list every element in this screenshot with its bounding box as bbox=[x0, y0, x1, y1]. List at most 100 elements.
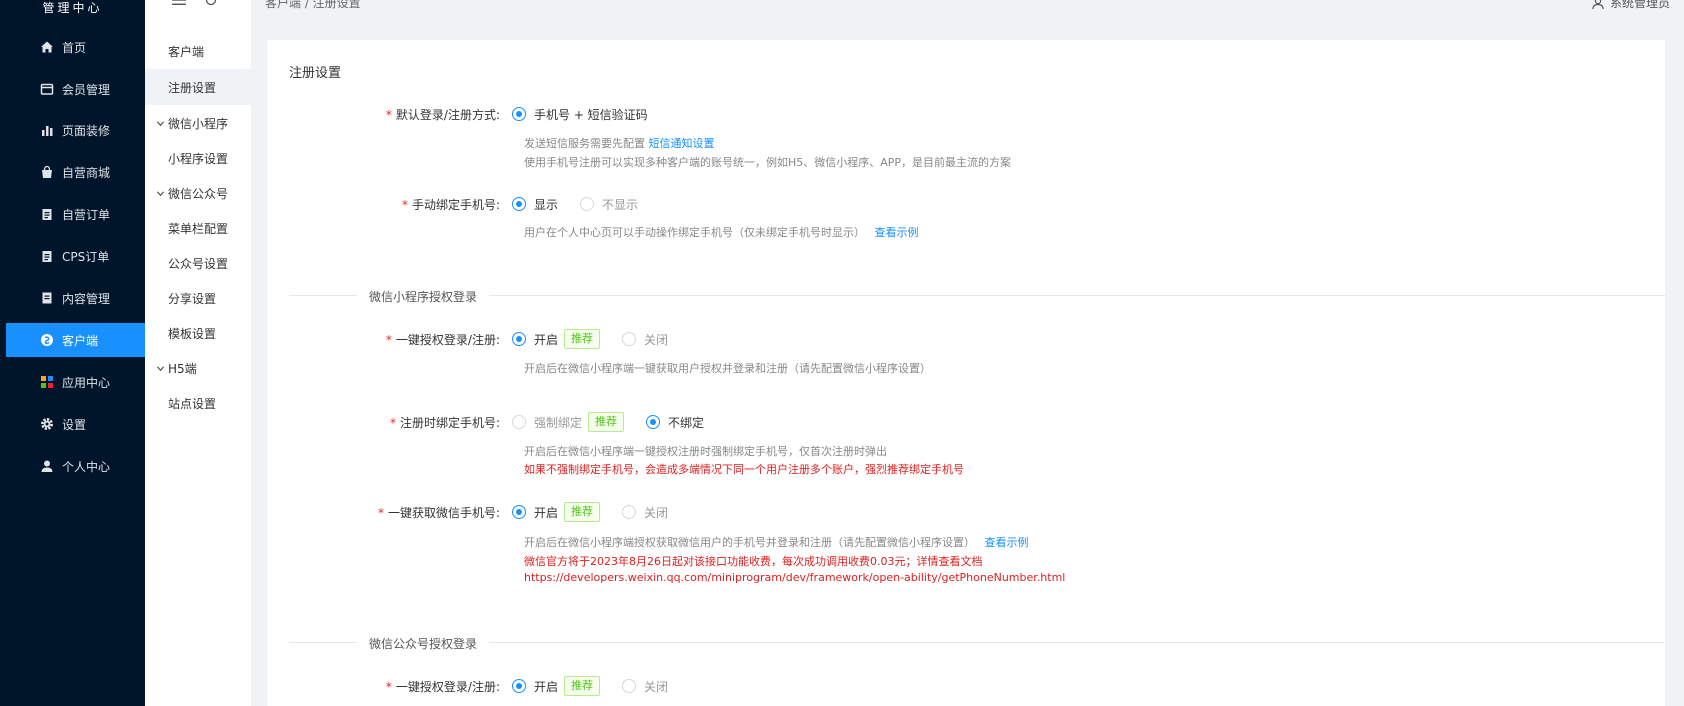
sidebar-item-apps[interactable]: 应用中心 bbox=[6, 365, 145, 399]
mini-oneclick-help-text: 开启后在微信小程序端一键获取用户授权并登录和注册（请先配置微信小程序设置） bbox=[524, 362, 931, 375]
sms-help-text: 发送短信服务需要先配置 短信通知设置 bbox=[524, 137, 715, 150]
section-title-mini: 微信小程序授权登录 bbox=[357, 288, 490, 305]
top-header: 客户端 / 注册设置 系统管理员 bbox=[145, 0, 1684, 24]
field-label: * 一键授权登录/注册: bbox=[385, 332, 500, 347]
mini-phone-row: * 一键获取微信手机号: 开启 推荐 关闭 bbox=[267, 502, 690, 522]
sidebar-item-mall[interactable]: 自营商城 bbox=[6, 155, 145, 189]
radio-dot bbox=[512, 107, 526, 121]
radio-dot bbox=[646, 415, 661, 429]
field-label: * 一键授权登录/注册: bbox=[385, 679, 500, 694]
mini-bind-help-text: 开启后在微信小程序端一键授权注册时强制绑定手机号，仅首次注册时弹出 bbox=[524, 445, 887, 458]
radio-dot bbox=[512, 679, 526, 693]
phone-fee-warning: 微信官方将于2023年8月26日起对该接口功能收费，每次成功调用收费0.03元；… bbox=[524, 555, 983, 568]
view-example-link[interactable]: 查看示例 bbox=[985, 536, 1029, 549]
mini-phone-help-text: 开启后在微信小程序端授权获取微信用户的手机号并登录和注册（请先配置微信小程序设置… bbox=[524, 536, 1029, 549]
clipboard-icon bbox=[40, 207, 54, 221]
refresh-icon[interactable] bbox=[205, 0, 217, 6]
subnav-item-template-settings[interactable]: 模板设置 bbox=[145, 315, 251, 351]
radio-off[interactable]: 关闭 bbox=[622, 504, 668, 521]
phone-api-doc-link[interactable]: https://developers.weixin.qq.com/minipro… bbox=[524, 571, 1065, 584]
sidebar-item-label: 设置 bbox=[62, 417, 87, 432]
sidebar-item-profile[interactable]: 个人中心 bbox=[6, 449, 145, 483]
sidebar-item-cps-orders[interactable]: CPS订单 bbox=[6, 239, 145, 273]
subnav-group-label: 微信公众号 bbox=[168, 186, 229, 201]
sidebar-item-content[interactable]: 内容管理 bbox=[6, 281, 145, 315]
radio-on[interactable]: 开启 推荐 bbox=[512, 676, 601, 696]
app-root: 管理中心 首页 会员管理 页面装修 自营商城 自营订单 CPS订单 内容管理 客… bbox=[0, 0, 1684, 706]
radio-on[interactable]: 开启 推荐 bbox=[512, 329, 601, 349]
member-icon bbox=[40, 82, 54, 96]
sidebar-item-label: 内容管理 bbox=[62, 291, 111, 306]
subnav-item-mini-settings[interactable]: 小程序设置 bbox=[145, 140, 251, 176]
radio-no-bind[interactable]: 不绑定 bbox=[646, 414, 704, 431]
sidebar-item-label: 应用中心 bbox=[62, 375, 111, 390]
subnav-group-label: 微信小程序 bbox=[168, 116, 229, 131]
subnav-item-register-settings[interactable]: 注册设置 bbox=[145, 69, 251, 105]
radio-hide[interactable]: 不显示 bbox=[580, 196, 638, 213]
subnav-group-wechat-mp[interactable]: 微信公众号 bbox=[145, 176, 251, 210]
radio-dot bbox=[580, 197, 595, 211]
subnav-item-menu-config[interactable]: 菜单栏配置 bbox=[145, 210, 251, 246]
sidebar-item-orders[interactable]: 自营订单 bbox=[6, 197, 145, 231]
field-label: * 注册时绑定手机号: bbox=[389, 415, 500, 430]
sidebar-item-label: 个人中心 bbox=[62, 459, 111, 474]
mini-bind-warning: 如果不强制绑定手机号，会造成多端情况下同一个用户注册多个账户，强烈推荐绑定手机号 bbox=[524, 463, 964, 476]
subnav-item-share-settings[interactable]: 分享设置 bbox=[145, 280, 251, 316]
brand-title: 管理中心 bbox=[42, 1, 103, 15]
sidebar-item-label: 首页 bbox=[62, 40, 87, 55]
chevron-down-icon bbox=[155, 188, 165, 198]
sidebar-item-home[interactable]: 首页 bbox=[6, 30, 145, 64]
radio-phone-sms[interactable]: 手机号 + 短信验证码 bbox=[512, 106, 648, 123]
apps-icon bbox=[40, 375, 54, 389]
field-label: * 手动绑定手机号: bbox=[401, 197, 500, 212]
radio-off[interactable]: 关闭 bbox=[622, 678, 668, 695]
subnav-item-site-settings[interactable]: 站点设置 bbox=[145, 385, 251, 421]
radio-off[interactable]: 关闭 bbox=[622, 331, 668, 348]
document-icon bbox=[40, 291, 54, 305]
recommend-tag: 推荐 bbox=[588, 412, 625, 432]
subnav-group-wechat-mini[interactable]: 微信小程序 bbox=[145, 106, 251, 140]
secondary-sidebar: 客户端 注册设置 微信小程序 小程序设置 微信公众号 菜单栏配置 公众号设置 分… bbox=[145, 0, 251, 706]
chevron-down-icon bbox=[155, 363, 165, 373]
sidebar-item-label: CPS订单 bbox=[62, 249, 110, 264]
user-icon bbox=[40, 459, 54, 473]
mini-oneclick-row: * 一键授权登录/注册: 开启 推荐 关闭 bbox=[267, 329, 690, 349]
login-method-row: * 默认登录/注册方式: 手机号 + 短信验证码 bbox=[267, 104, 670, 124]
shopping-bag-icon bbox=[40, 165, 54, 179]
radio-show[interactable]: 显示 bbox=[512, 196, 558, 213]
bar-chart-icon bbox=[40, 123, 54, 137]
subnav-group-label: H5端 bbox=[168, 361, 197, 376]
radio-dot bbox=[512, 197, 526, 211]
radio-dot bbox=[622, 505, 637, 519]
manual-bind-row: * 手动绑定手机号: 显示 不显示 bbox=[267, 194, 660, 214]
user-name: 系统管理员 bbox=[1609, 0, 1670, 10]
view-example-link[interactable]: 查看示例 bbox=[875, 226, 919, 239]
radio-force-bind[interactable]: 强制绑定 推荐 bbox=[512, 412, 625, 432]
section-title-mp: 微信公众号授权登录 bbox=[357, 635, 490, 652]
mp-oneclick-row: * 一键授权登录/注册: 开启 推荐 关闭 bbox=[267, 676, 690, 696]
chevron-down-icon bbox=[155, 118, 165, 128]
gear-icon bbox=[40, 417, 54, 431]
sidebar-item-label: 自营商城 bbox=[62, 165, 111, 180]
client-icon bbox=[40, 333, 54, 347]
sms-settings-link[interactable]: 短信通知设置 bbox=[649, 137, 715, 150]
recommend-tag: 推荐 bbox=[564, 329, 601, 349]
field-label: * 默认登录/注册方式: bbox=[385, 107, 500, 122]
section-divider bbox=[289, 295, 1665, 296]
sidebar-item-settings[interactable]: 设置 bbox=[6, 407, 145, 441]
menu-fold-icon[interactable] bbox=[172, 0, 186, 6]
sidebar-item-client[interactable]: 客户端 bbox=[6, 323, 145, 357]
radio-on[interactable]: 开启 推荐 bbox=[512, 502, 601, 522]
user-menu[interactable]: 系统管理员 bbox=[1592, 0, 1670, 11]
phone-register-help-text: 使用手机号注册可以实现多种客户端的账号统一，例如H5、微信小程序、APP，是目前… bbox=[524, 156, 1012, 169]
main-sidebar: 管理中心 首页 会员管理 页面装修 自营商城 自营订单 CPS订单 内容管理 客… bbox=[0, 0, 145, 706]
subnav-group-h5[interactable]: H5端 bbox=[145, 351, 251, 385]
breadcrumb: 客户端 / 注册设置 bbox=[265, 0, 361, 10]
sidebar-item-page-design[interactable]: 页面装修 bbox=[6, 113, 145, 147]
clipboard-icon bbox=[40, 249, 54, 263]
radio-dot bbox=[512, 332, 526, 346]
sidebar-item-members[interactable]: 会员管理 bbox=[6, 72, 145, 106]
subnav-item-mp-settings[interactable]: 公众号设置 bbox=[145, 245, 251, 281]
subnav-item-client[interactable]: 客户端 bbox=[145, 33, 251, 69]
mini-bind-row: * 注册时绑定手机号: 强制绑定 推荐 不绑定 bbox=[267, 412, 726, 432]
